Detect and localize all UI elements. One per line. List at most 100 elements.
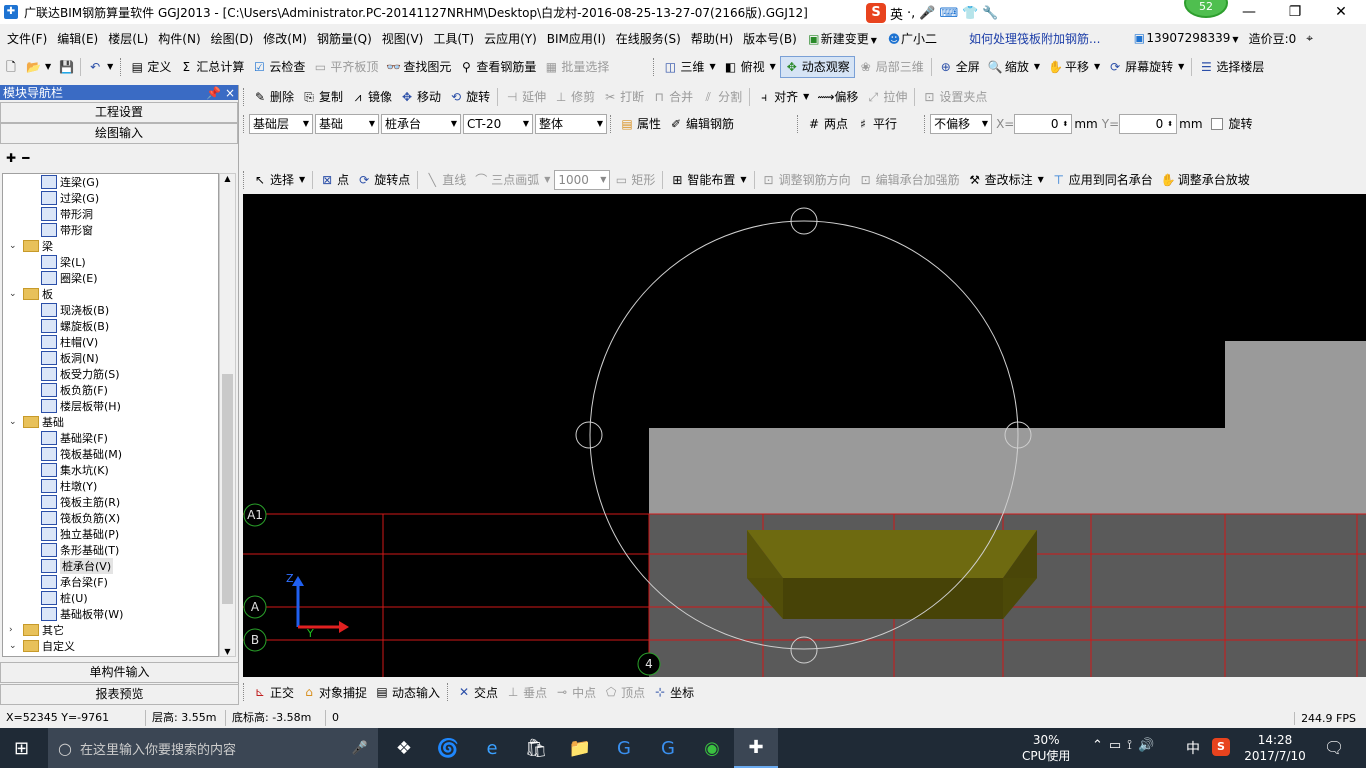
mic-icon[interactable]: 🎤 [352,741,368,756]
arc-length-select[interactable]: 1000 ▼ [554,169,611,190]
menu-assistant[interactable]: ☻广小二 [880,30,940,47]
draw-input-button[interactable]: 绘图输入 [0,123,238,144]
mic-icon[interactable]: 🎤 [919,6,935,21]
menu-bim[interactable]: BIM应用(I) [540,30,609,47]
menu-edit[interactable]: 编辑(E) [50,30,101,47]
scrollbar-thumb[interactable] [222,374,233,604]
sum-button[interactable]: Σ 汇总计算 [175,56,248,78]
dynamic-observe-button[interactable]: ✥ 动态观察 [779,55,855,78]
menu-version[interactable]: 版本号(B) [736,30,800,47]
tree-item[interactable]: 筏板主筋(R) [41,494,120,510]
3d-view-button[interactable]: ◫ 三维 ▼ [659,56,719,78]
new-file-button[interactable]: 🗋 [0,56,22,78]
screen-rotate-button[interactable]: ⟳ 屏幕旋转 ▼ [1104,56,1188,78]
object-snap-button[interactable]: ⌂ 对象捕捉 [298,681,371,703]
component-name-select[interactable]: CT-20 ▼ [463,113,533,134]
tree-folder[interactable]: ⌄ 梁 [9,238,53,254]
edge-browser-icon[interactable]: e [470,728,514,768]
keyboard-icon[interactable]: ⌨ [939,6,958,21]
ime-mode[interactable]: 英 [890,4,903,23]
adjust-slope-button[interactable]: ✋ 调整承台放坡 [1157,169,1254,191]
cost-beans[interactable]: 造价豆:0 [1242,30,1300,47]
single-component-input-button[interactable]: 单构件输入 [0,662,239,683]
open-file-button[interactable]: 📂 ▼ [22,56,55,78]
help-question-link[interactable]: 如何处理筏板附加钢筋... [962,30,1103,47]
cpu-monitor[interactable]: 30% CPU使用 [1022,732,1070,764]
menu-tools[interactable]: 工具(T) [426,30,477,47]
menu-new-change[interactable]: ▣新建变更 ▼ [800,30,880,47]
undo-button[interactable]: ↶ ▼ [84,56,117,78]
edit-cap-rebar-button[interactable]: ⊡ 编辑承台加强筋 [855,169,964,191]
split-button[interactable]: ⫽ 分割 [697,86,746,108]
tree-item[interactable]: 现浇板(B) [41,302,109,318]
menu-draw[interactable]: 绘图(D) [204,30,257,47]
tools-icon[interactable]: 🔧 [982,6,998,21]
tree-item[interactable]: 板负筋(F) [41,382,108,398]
tree-item[interactable]: 基础梁(F) [41,430,108,446]
perpendicular-snap-button[interactable]: ⊥ 垂点 [502,681,551,703]
tree-scrollbar[interactable]: ▲ ▼ [219,173,236,657]
parallel-button[interactable]: ♯ 平行 [852,113,901,135]
local-3d-button[interactable]: ❀ 局部三维 [855,56,928,78]
intersection-snap-button[interactable]: ✕ 交点 [453,681,502,703]
menu-cloud[interactable]: 云应用(Y) [477,30,540,47]
three-point-arc-button[interactable]: ⌒ 三点画弧 ▼ [470,169,554,191]
tree-item[interactable]: 基础板带(W) [41,606,123,622]
system-tray[interactable]: ⌃▭⟟🔊 [1092,738,1160,753]
move-button[interactable]: ✥ 移动 [396,86,445,108]
cad-viewport[interactable]: A1 A B 4 Z Y [243,194,1366,677]
input-language[interactable]: 中 [1186,738,1200,758]
delete-button[interactable]: ✎ 删除 [249,86,298,108]
sogou-icon[interactable]: S [866,3,886,23]
define-button[interactable]: ▤ 定义 [126,56,175,78]
active-ggj-icon[interactable]: ✚ [734,728,778,768]
collapse-icon[interactable]: ⌄ [9,289,19,299]
point-button[interactable]: ⊠ 点 [316,169,353,191]
clock[interactable]: 14:28 2017/7/10 [1240,732,1310,764]
ortho-button[interactable]: ⊾ 正交 [249,681,298,703]
tree-item[interactable]: 带形洞 [41,206,93,222]
report-preview-button[interactable]: 报表预览 [0,684,239,705]
trim-button[interactable]: ⊥ 修剪 [550,86,599,108]
two-point-button[interactable]: # 两点 [803,113,852,135]
expand-icon[interactable]: › [9,625,19,635]
flat-top-button[interactable]: ▭ 平齐板顶 [309,56,382,78]
maximize-button[interactable]: ❐ [1272,0,1318,24]
windows-start-icon[interactable]: ⊞ [14,738,29,759]
tree-item[interactable]: 筏板基础(M) [41,446,122,462]
menu-view[interactable]: 视图(V) [375,30,427,47]
rectangle-button[interactable]: ▭ 矩形 [610,169,659,191]
pin-icon[interactable]: 📌 [206,86,221,100]
app-spiral-icon[interactable]: 🌀 [426,728,470,768]
sogou-tray-icon[interactable]: S [1212,738,1230,756]
user-account[interactable]: ▣13907298339 ▼ [1125,31,1241,45]
select-button[interactable]: ↖ 选择 ▼ [249,169,309,191]
collapse-icon[interactable]: ⌄ [9,241,19,251]
coordinate-snap-button[interactable]: ⊹ 坐标 [649,681,698,703]
vertex-snap-button[interactable]: ⬠ 顶点 [600,681,649,703]
batch-select-button[interactable]: ▦ 批量选择 [540,56,613,78]
menu-online[interactable]: 在线服务(S) [609,30,684,47]
save-button[interactable]: 💾 [55,56,77,78]
project-settings-button[interactable]: 工程设置 [0,102,238,123]
menu-rebar[interactable]: 钢筋量(Q) [310,30,375,47]
minimize-button[interactable]: — [1226,0,1272,24]
category-select[interactable]: 基础 ▼ [315,113,379,134]
tree-folder[interactable]: ⌄ 板 [9,286,53,302]
fullscreen-button[interactable]: ⊕ 全屏 [935,56,984,78]
tree-item[interactable]: 带形窗 [41,222,93,238]
tree-folder[interactable]: ⌄ 基础 [9,414,64,430]
adjust-rebar-direction-button[interactable]: ⊡ 调整钢筋方向 [758,169,855,191]
tree-folder[interactable]: ⌄ 自定义 [9,638,75,654]
glodon-app-icon[interactable]: G [602,728,646,768]
rotate-point-button[interactable]: ⟳ 旋转点 [353,169,414,191]
tree-folder[interactable]: › 其它 [9,622,64,638]
offset-button[interactable]: ⟿ 偏移 [813,86,862,108]
collapse-all-icon[interactable]: ━ [22,151,29,165]
menu-floor[interactable]: 楼层(L) [101,30,151,47]
skin-icon[interactable]: 👕 [962,6,978,21]
tree-item[interactable]: 集水坑(K) [41,462,109,478]
whole-select[interactable]: 整体 ▼ [535,113,607,134]
extend-button[interactable]: ⊣ 延伸 [501,86,550,108]
apply-same-cap-button[interactable]: ⊤ 应用到同名承台 [1048,169,1157,191]
